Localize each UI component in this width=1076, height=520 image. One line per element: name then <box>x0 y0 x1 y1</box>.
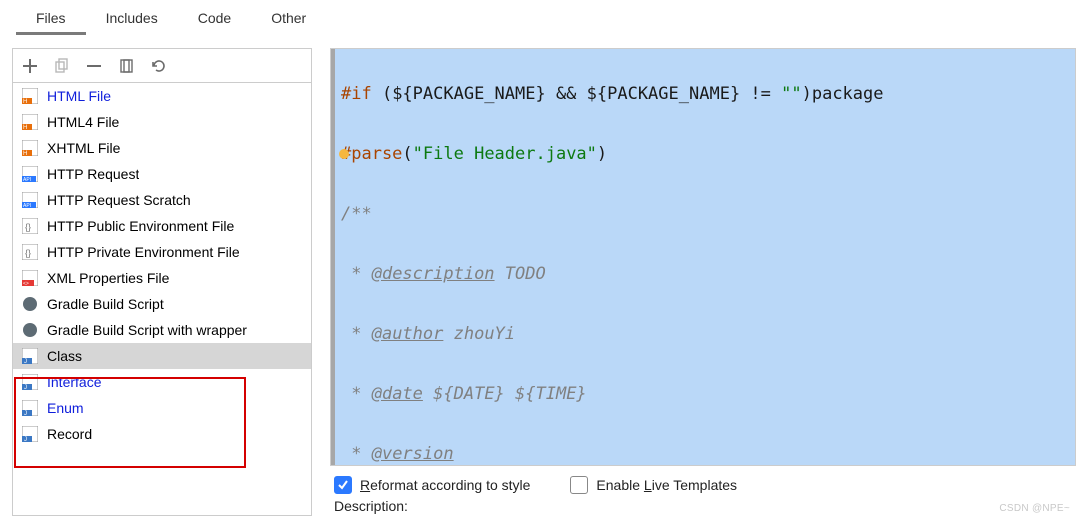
checkbox-unchecked-icon[interactable] <box>570 476 588 494</box>
code-token: * <box>341 444 372 464</box>
list-item-label: HTTP Private Environment File <box>47 244 240 260</box>
svg-text:<>: <> <box>23 281 29 286</box>
svg-text:J: J <box>24 359 27 364</box>
svg-text:J: J <box>24 385 27 390</box>
html-icon: H <box>21 113 39 131</box>
list-item-record[interactable]: J Record <box>13 421 311 447</box>
list-item-enum[interactable]: J Enum <box>13 395 311 421</box>
code-token: @description <box>372 264 495 284</box>
code-token: "" <box>781 84 801 104</box>
list-item-label: Record <box>47 426 92 442</box>
list-item[interactable]: H HTML File <box>13 83 311 109</box>
live-templates-label: Enable Live Templates <box>596 477 737 493</box>
svg-text:API: API <box>23 203 31 208</box>
code-token: /** <box>341 204 372 224</box>
tab-other[interactable]: Other <box>251 4 326 35</box>
code-token: * <box>341 324 372 344</box>
svg-text:H: H <box>23 125 27 130</box>
svg-text:{}: {} <box>25 222 31 232</box>
list-item-label: Interface <box>47 374 101 390</box>
code-token: TODO <box>495 264 546 284</box>
list-item-interface[interactable]: J Interface <box>13 369 311 395</box>
list-item[interactable]: Gradle Build Script with wrapper <box>13 317 311 343</box>
live-templates-checkbox[interactable]: Enable Live Templates <box>570 476 737 494</box>
watermark: CSDN @NPE~ <box>999 503 1070 514</box>
list-item[interactable]: {} HTTP Private Environment File <box>13 239 311 265</box>
code-token: (${PACKAGE_NAME} && ${PACKAGE_NAME} != <box>372 84 781 104</box>
checkbox-checked-icon[interactable] <box>334 476 352 494</box>
code-token: ${DATE} ${TIME} <box>423 384 587 404</box>
list-item-label: XHTML File <box>47 140 120 156</box>
list-item-label: XML Properties File <box>47 270 169 286</box>
remove-icon[interactable] <box>85 57 103 75</box>
html-icon: H <box>21 87 39 105</box>
api-icon: API <box>21 165 39 183</box>
code-token: zhouYi <box>443 324 515 344</box>
html-icon: H <box>21 139 39 157</box>
tab-includes[interactable]: Includes <box>86 4 178 35</box>
tab-bar: Files Includes Code Other <box>0 0 1076 36</box>
code-token: * <box>341 384 372 404</box>
list-item-class[interactable]: J Class <box>13 343 311 369</box>
list-item[interactable]: H HTML4 File <box>13 109 311 135</box>
code-token: #if <box>341 84 372 104</box>
code-token: * <box>341 264 372 284</box>
code-token: #parse <box>341 144 402 164</box>
code-token: @date <box>372 384 423 404</box>
warning-dot-icon <box>339 149 349 159</box>
list-item-label: Enum <box>47 400 84 416</box>
list-item[interactable]: Gradle Build Script <box>13 291 311 317</box>
code-token: )package <box>802 84 884 104</box>
list-item-label: HTTP Public Environment File <box>47 218 234 234</box>
list-item-label: HTTP Request <box>47 166 139 182</box>
xml-icon: <> <box>21 269 39 287</box>
code-token: @version <box>372 444 454 464</box>
java-icon: J <box>21 373 39 391</box>
svg-text:H: H <box>23 99 27 104</box>
svg-text:J: J <box>24 437 27 442</box>
list-item-label: Class <box>47 348 82 364</box>
paste-icon[interactable] <box>117 57 135 75</box>
svg-text:J: J <box>24 411 27 416</box>
svg-text:{}: {} <box>25 248 31 258</box>
list-item-label: HTML File <box>47 88 111 104</box>
code-token: ) <box>597 144 607 164</box>
template-list-panel: H HTML File H HTML4 File H XHTML File API HT… <box>12 48 312 516</box>
list-item[interactable]: API HTTP Request Scratch <box>13 187 311 213</box>
java-icon: J <box>21 399 39 417</box>
list-item-label: Gradle Build Script with wrapper <box>47 322 247 338</box>
svg-text:H: H <box>23 151 27 156</box>
code-token: ( <box>402 144 412 164</box>
svg-text:API: API <box>23 177 31 182</box>
add-icon[interactable] <box>21 57 39 75</box>
list-item[interactable]: H XHTML File <box>13 135 311 161</box>
gradle-icon <box>21 295 39 313</box>
code-token: @author <box>372 324 444 344</box>
list-item-label: Gradle Build Script <box>47 296 164 312</box>
code-token: "File Header.java" <box>413 144 597 164</box>
json-icon: {} <box>21 243 39 261</box>
copy-template-icon <box>53 57 71 75</box>
reformat-checkbox[interactable]: Reformat according to style <box>334 476 530 494</box>
api-icon: API <box>21 191 39 209</box>
list-item[interactable]: API HTTP Request <box>13 161 311 187</box>
java-icon: J <box>21 425 39 443</box>
description-label: Description: <box>330 496 1076 516</box>
list-item-label: HTTP Request Scratch <box>47 192 191 208</box>
template-list[interactable]: H HTML File H HTML4 File H XHTML File API HT… <box>13 83 311 515</box>
tab-files[interactable]: Files <box>16 4 86 35</box>
java-icon: J <box>21 347 39 365</box>
list-toolbar <box>13 49 311 83</box>
gradle-icon <box>21 321 39 339</box>
options-row: Reformat according to style Enable Live … <box>330 466 1076 496</box>
list-item[interactable]: {} HTTP Public Environment File <box>13 213 311 239</box>
tab-code[interactable]: Code <box>178 4 251 35</box>
list-item[interactable]: <> XML Properties File <box>13 265 311 291</box>
template-editor[interactable]: #if (${PACKAGE_NAME} && ${PACKAGE_NAME} … <box>330 48 1076 466</box>
json-icon: {} <box>21 217 39 235</box>
reformat-label: Reformat according to style <box>360 477 530 493</box>
list-item-label: HTML4 File <box>47 114 119 130</box>
undo-icon[interactable] <box>149 57 167 75</box>
